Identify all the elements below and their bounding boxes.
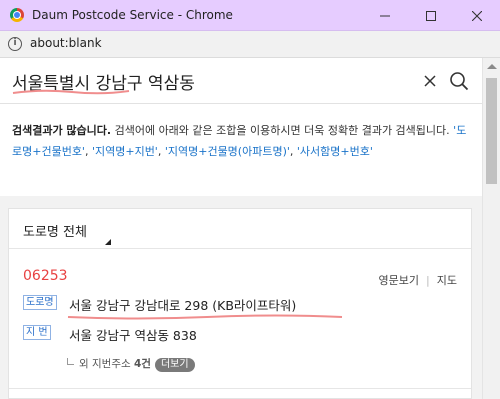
close-icon: [472, 10, 482, 21]
more-jibun-row: 외 지번주소 4건 더보기: [67, 356, 195, 372]
notice-strong: 검색결과가 많습니다.: [12, 124, 112, 137]
example-sep: ,: [289, 145, 294, 158]
road-filter-dropdown[interactable]: 도로명 전체: [23, 221, 87, 240]
search-icon[interactable]: [448, 70, 470, 92]
scroll-thumb[interactable]: [486, 78, 497, 184]
more-button[interactable]: 더보기: [154, 358, 195, 372]
map-link[interactable]: 지도: [437, 274, 457, 287]
example-region-building[interactable]: '지역명+건물명(아파트명)': [165, 145, 290, 158]
search-notice: 검색결과가 많습니다. 검색어에 아래와 같은 조합을 이용하시면 더욱 정확한…: [0, 104, 482, 196]
vertical-scrollbar[interactable]: [482, 58, 500, 399]
example-sep: ,: [84, 145, 89, 158]
divider: [9, 388, 471, 389]
item-links: 영문보기 | 지도: [379, 272, 457, 288]
example-pobox[interactable]: '사서함명+번호': [297, 145, 373, 158]
address-underline: [67, 314, 343, 320]
minimize-icon: [380, 15, 390, 16]
minimize-button[interactable]: [362, 0, 408, 31]
address-bar: i about:blank: [0, 31, 500, 58]
link-separator: |: [426, 274, 430, 287]
clear-search-icon[interactable]: [420, 71, 440, 91]
window-title: Daum Postcode Service - Chrome: [32, 8, 233, 22]
info-icon[interactable]: i: [8, 37, 22, 51]
dropdown-caret-icon[interactable]: [105, 239, 111, 245]
search-bar: [0, 58, 482, 104]
postcode[interactable]: 06253: [23, 268, 68, 284]
elbow-icon: [67, 358, 74, 365]
filter-row: 도로명 전체: [9, 209, 471, 249]
maximize-icon: [426, 10, 436, 21]
jibun-address[interactable]: 서울 강남구 역삼동 838: [69, 325, 197, 344]
jibun-badge: 지 번: [23, 325, 51, 340]
chrome-icon: [10, 8, 24, 22]
notice-text: 검색결과가 많습니다. 검색어에 아래와 같은 조합을 이용하시면 더욱 정확한…: [12, 120, 472, 162]
english-view-link[interactable]: 영문보기: [379, 274, 419, 287]
notice-body: 검색어에 아래와 같은 조합을 이용하시면 더욱 정확한 결과가 검색됩니다.: [111, 124, 450, 137]
more-count: 4건: [133, 358, 151, 370]
query-underline: [12, 89, 130, 95]
window-titlebar: Daum Postcode Service - Chrome: [0, 0, 500, 31]
scroll-up-icon[interactable]: [487, 64, 497, 69]
example-region-jibun[interactable]: '지역명+지번': [92, 145, 158, 158]
more-prefix: 외 지번주소: [79, 358, 131, 370]
maximize-button[interactable]: [408, 0, 454, 31]
list-item[interactable]: 06253 영문보기 | 지도 도로명 서울 강남구 강남대로 298 (KB라이프…: [9, 250, 471, 390]
results-list: 도로명 전체 06253 영문보기 | 지도 도로명 서울 강남구 강남대로 298…: [8, 208, 472, 399]
url-text[interactable]: about:blank: [30, 36, 102, 50]
close-window-button[interactable]: [454, 0, 500, 31]
example-sep: ,: [157, 145, 162, 158]
road-badge: 도로명: [23, 295, 57, 310]
road-address[interactable]: 서울 강남구 강남대로 298 (KB라이프타워): [69, 295, 296, 314]
